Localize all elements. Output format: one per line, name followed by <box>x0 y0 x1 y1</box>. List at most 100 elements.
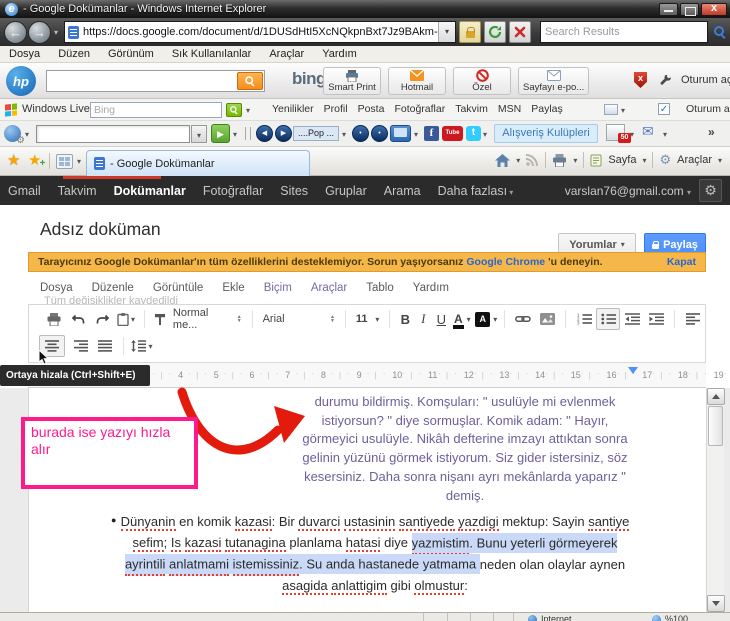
document-paragraph[interactable]: Dünyanin en komik kazasi: Bir duvarci us… <box>118 511 632 597</box>
wl-window-icon[interactable] <box>604 104 618 115</box>
add-favorite-icon[interactable]: ★+ <box>28 151 41 169</box>
document-title[interactable]: Adsız doküman <box>40 219 161 240</box>
redo-button[interactable] <box>90 308 114 330</box>
chevron-down-icon[interactable]: ▾ <box>77 157 81 166</box>
ie-menu-item[interactable]: Düzen <box>49 48 99 60</box>
chevron-down-icon[interactable]: ▾ <box>642 156 646 165</box>
align-left-button[interactable] <box>681 308 705 330</box>
font-size-select[interactable]: 11 ▾ <box>352 309 384 329</box>
facebook-icon[interactable]: f <box>424 126 439 141</box>
page-menu-label[interactable]: Sayfa <box>608 154 636 166</box>
numbered-list-button[interactable]: 123 <box>572 308 596 330</box>
paint-format-button[interactable] <box>151 308 169 330</box>
docs-menu-item[interactable]: Ekle <box>222 282 244 294</box>
align-justify-button[interactable] <box>93 335 117 357</box>
go-button[interactable]: ▶ <box>211 124 230 143</box>
print-button[interactable] <box>42 308 66 330</box>
shopping-clubs-button[interactable]: Alışveriş Kulüpleri <box>494 124 598 143</box>
wl-link[interactable]: Posta <box>358 103 385 115</box>
hp-toolbar-button[interactable]: Özel <box>453 67 511 95</box>
chevron-down-icon[interactable]: ▾ <box>621 106 625 115</box>
home-icon[interactable] <box>495 154 510 167</box>
font-select[interactable]: Arial ▲▼ <box>259 309 339 329</box>
line-spacing-button[interactable]: ▾ <box>130 335 154 357</box>
chevron-down-icon[interactable]: ▾ <box>516 156 520 165</box>
wl-link[interactable]: Fotoğraflar <box>394 103 445 115</box>
insert-image-button[interactable] <box>535 308 559 330</box>
ie-menu-item[interactable]: Dosya <box>0 48 49 60</box>
media-mute-button[interactable]: • <box>371 125 388 142</box>
banner-close-link[interactable]: Kapat <box>667 256 696 268</box>
search-icon[interactable] <box>714 26 726 38</box>
refresh-button[interactable] <box>484 21 506 43</box>
ie-search-input[interactable] <box>545 26 703 38</box>
tools-menu-label[interactable]: Araçlar <box>677 154 712 166</box>
wl-link[interactable]: Profil <box>324 103 348 115</box>
hp-toolbar-button[interactable]: Hotmail <box>388 67 446 95</box>
ie-menu-item[interactable]: Görünüm <box>99 48 163 60</box>
chevron-down-icon[interactable]: ▾ <box>718 156 722 165</box>
print-icon[interactable] <box>552 154 567 167</box>
google-bar-item[interactable]: Gmail <box>8 184 41 198</box>
docs-menu-item[interactable]: Dosya <box>40 282 73 294</box>
nav-dropdown-icon[interactable]: ▾ <box>54 28 58 37</box>
undo-button[interactable] <box>66 308 90 330</box>
security-lock-button[interactable] <box>459 21 481 43</box>
docs-menu-item[interactable]: Tablo <box>366 282 394 294</box>
combobox-dropdown-icon[interactable]: ▾ <box>191 125 207 143</box>
globe-settings-icon[interactable] <box>4 125 21 142</box>
vertical-scrollbar[interactable] <box>706 388 724 612</box>
toolbar-overflow-button[interactable]: » <box>708 125 715 139</box>
tv-icon[interactable] <box>390 125 411 142</box>
account-menu[interactable]: varslan76@gmail.com ▾ <box>565 184 691 198</box>
docs-menu-item[interactable]: Araçlar <box>311 282 347 294</box>
hp-search-button[interactable] <box>237 72 263 90</box>
ie-menu-item[interactable]: Sık Kullanılanlar <box>163 48 261 60</box>
url-dropdown-icon[interactable]: ▾ <box>438 22 455 42</box>
chevron-down-icon[interactable]: ▾ <box>246 106 250 115</box>
media-volume-button[interactable]: • <box>352 125 369 142</box>
zoom-level[interactable]: %100 <box>665 614 688 621</box>
hp-toolbar-button[interactable]: Sayfayı e-po... <box>518 67 589 95</box>
twitter-icon[interactable]: t <box>466 126 481 141</box>
docs-menu-item[interactable]: Yardım <box>413 282 449 294</box>
page-icon[interactable] <box>590 154 602 167</box>
url-field[interactable]: https://docs.google.com/document/d/1DUSd… <box>64 21 456 43</box>
google-bar-item[interactable]: Daha fazlası ▾ <box>438 184 514 198</box>
margin-marker-icon[interactable] <box>628 367 638 374</box>
gear-icon[interactable]: ⚙ <box>659 152 671 168</box>
google-bar-item[interactable]: Sites <box>280 184 308 198</box>
youtube-icon[interactable]: Tube <box>442 126 463 141</box>
wl-link[interactable]: MSN <box>498 103 521 115</box>
chevron-down-icon[interactable]: ▾ <box>414 130 418 139</box>
wl-signin-link[interactable]: Oturum aç <box>686 103 730 115</box>
security-shield-icon[interactable]: x <box>634 72 647 88</box>
close-button[interactable] <box>701 3 727 16</box>
browser-tab[interactable]: - Google Dokümanlar <box>86 150 310 176</box>
mail-icon[interactable]: ✉ <box>642 123 654 140</box>
wrench-icon[interactable] <box>660 74 672 92</box>
wl-search-button[interactable] <box>226 103 242 117</box>
wl-link[interactable]: Yenilikler <box>272 103 314 115</box>
hp-search-input[interactable] <box>47 75 237 87</box>
chevron-down-icon[interactable]: ▾ <box>630 130 634 139</box>
forward-button[interactable]: → <box>28 21 51 44</box>
minimize-button[interactable] <box>659 3 678 16</box>
bold-button[interactable]: B <box>396 308 414 330</box>
chrome-link[interactable]: Google Chrome <box>466 256 545 268</box>
scroll-down-button[interactable] <box>707 595 725 612</box>
ie-menu-item[interactable]: Araçlar <box>260 48 313 60</box>
chevron-down-icon[interactable]: ▾ <box>573 156 577 165</box>
wl-link[interactable]: Paylaş <box>531 103 563 115</box>
hp-toolbar-button[interactable]: Smart Print <box>323 67 381 95</box>
highlight-color-button[interactable]: A ▾ <box>474 308 498 330</box>
ie-menu-item[interactable]: Yardım <box>313 48 366 60</box>
google-bar-item[interactable]: Takvim <box>58 184 97 198</box>
quick-tabs-icon[interactable] <box>56 154 73 169</box>
align-right-button[interactable] <box>69 335 93 357</box>
google-bar-item[interactable]: Arama <box>384 184 421 198</box>
chevron-down-icon[interactable]: ▾ <box>233 130 237 139</box>
docs-menu-item[interactable]: Görüntüle <box>153 282 204 294</box>
scrollbar-thumb[interactable] <box>708 406 723 446</box>
wl-search-input[interactable] <box>91 104 221 116</box>
